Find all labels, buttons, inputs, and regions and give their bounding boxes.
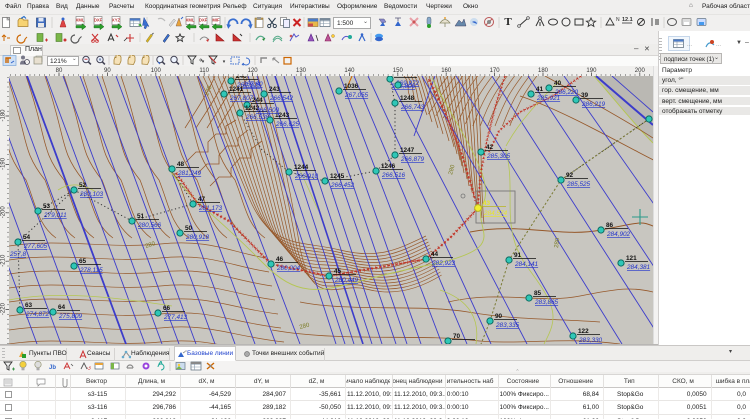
svg-text:284,141: 284,141	[514, 261, 539, 268]
svg-text:1245: 1245	[330, 173, 345, 180]
svg-text:DXF: DXF	[94, 18, 103, 23]
svg-text:122: 122	[578, 328, 589, 335]
svg-text:12.1: 12.1	[622, 17, 633, 23]
svg-text:285,305: 285,305	[486, 153, 511, 160]
svg-text:274,872: 274,872	[25, 311, 50, 318]
svg-text:280,204: 280,204	[276, 265, 301, 272]
svg-text:48: 48	[177, 161, 185, 168]
svg-text:281,249: 281,249	[177, 170, 202, 177]
svg-text:70: 70	[453, 333, 461, 340]
svg-text:91: 91	[514, 252, 522, 259]
svg-text:51: 51	[137, 213, 145, 220]
svg-text:280,449: 280,449	[334, 277, 359, 284]
svg-text:66: 66	[163, 305, 171, 312]
svg-text:243: 243	[269, 86, 280, 93]
svg-text:267,80: 267,80	[242, 81, 263, 88]
svg-text:XML: XML	[186, 18, 195, 23]
svg-text:65: 65	[79, 258, 87, 265]
svg-text:282,923: 282,923	[431, 260, 456, 267]
svg-text:42: 42	[486, 144, 494, 151]
svg-text:121: 121	[626, 255, 637, 262]
svg-text:XYZ: XYZ	[112, 18, 121, 23]
svg-text:280,566: 280,566	[137, 222, 162, 229]
svg-text:1244: 1244	[294, 164, 309, 171]
svg-text:277,413: 277,413	[163, 314, 188, 321]
svg-text:Jb: Jb	[49, 365, 56, 371]
svg-text:244: 244	[252, 97, 263, 104]
svg-text:285,921: 285,921	[536, 95, 561, 102]
svg-text:1247: 1247	[400, 147, 415, 154]
svg-text:284,381: 284,381	[626, 264, 651, 271]
svg-text:267,055: 267,055	[344, 92, 369, 99]
svg-text:86: 86	[606, 222, 614, 229]
svg-text:47: 47	[198, 196, 206, 203]
svg-text:50: 50	[185, 225, 193, 232]
svg-text:266,625: 266,625	[275, 121, 300, 128]
svg-text:XML: XML	[76, 18, 85, 23]
svg-text:286,219: 286,219	[581, 101, 606, 108]
svg-text:46: 46	[276, 256, 284, 263]
svg-text:54: 54	[23, 234, 31, 241]
svg-text:275,809: 275,809	[58, 313, 83, 320]
svg-text:MIF: MIF	[212, 18, 220, 23]
svg-text:266,879: 266,879	[400, 156, 425, 163]
svg-text:280,918: 280,918	[185, 234, 210, 241]
svg-text:283,335: 283,335	[495, 322, 520, 329]
svg-text:DXF: DXF	[199, 18, 208, 23]
svg-text:1249: 1249	[395, 76, 410, 78]
svg-text:63: 63	[25, 302, 33, 309]
svg-text:45: 45	[334, 268, 342, 275]
svg-text:-190: -190	[1, 157, 7, 170]
svg-text:T: T	[504, 16, 512, 28]
svg-text:53: 53	[43, 203, 51, 210]
svg-text:N: N	[616, 17, 620, 23]
svg-text:277,605: 277,605	[23, 243, 48, 250]
svg-text:64: 64	[58, 304, 66, 311]
svg-text:281,173: 281,173	[198, 205, 223, 212]
svg-text:-180: -180	[1, 109, 7, 122]
svg-text:267,807: 267,807	[229, 95, 254, 102]
svg-text:286,220: 286,220	[554, 89, 579, 96]
svg-text:-210: -210	[1, 254, 7, 267]
svg-text:40: 40	[554, 80, 562, 87]
svg-text:41: 41	[536, 86, 544, 93]
svg-text:52: 52	[79, 182, 87, 189]
svg-text:▾: ▾	[223, 59, 226, 65]
svg-text:43: 43	[483, 200, 491, 207]
svg-text:280,103: 280,103	[79, 191, 104, 198]
svg-text:1248: 1248	[400, 95, 415, 102]
svg-text:257,8: 257,8	[9, 251, 26, 258]
svg-text:85: 85	[534, 290, 542, 297]
svg-text:266,538: 266,538	[245, 114, 270, 121]
svg-text:278,115: 278,115	[79, 267, 103, 274]
svg-text:266,910: 266,910	[294, 173, 319, 180]
svg-text:266,743: 266,743	[400, 104, 425, 111]
svg-text:-200: -200	[1, 206, 7, 219]
svg-text:266,452: 266,452	[330, 182, 355, 189]
svg-text:44: 44	[431, 251, 439, 258]
svg-text:39: 39	[581, 92, 589, 99]
svg-text:283,865: 283,865	[534, 299, 559, 306]
svg-text:266,500: 266,500	[255, 107, 280, 114]
svg-text:1036: 1036	[344, 83, 359, 90]
svg-text:90: 90	[495, 313, 503, 320]
svg-text:▾: ▾	[202, 59, 205, 65]
svg-text:284,574: 284,574	[483, 210, 508, 217]
svg-text:283,330: 283,330	[578, 337, 603, 344]
svg-text:246: 246	[236, 76, 247, 80]
svg-text:92: 92	[566, 172, 574, 179]
svg-text:266,516: 266,516	[381, 172, 406, 179]
svg-text:279,011: 279,011	[43, 212, 67, 219]
svg-text:284,902: 284,902	[606, 231, 631, 238]
svg-text:266,542: 266,542	[269, 95, 294, 102]
svg-text:-220: -220	[1, 302, 7, 315]
svg-text:1246: 1246	[381, 163, 396, 170]
svg-text:1241: 1241	[229, 86, 244, 93]
svg-text:285,525: 285,525	[566, 181, 591, 188]
